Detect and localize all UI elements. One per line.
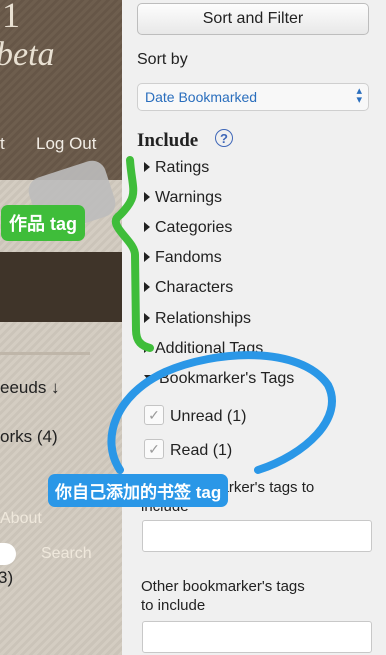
annotation-blue-label: 你自己添加的书签 tag: [48, 474, 229, 507]
green-bracket-stroke: [111, 156, 154, 352]
annotation-green-label: 作品 tag: [1, 205, 86, 241]
blue-circle-stroke: [107, 351, 336, 474]
annotation-strokes: [107, 156, 336, 474]
